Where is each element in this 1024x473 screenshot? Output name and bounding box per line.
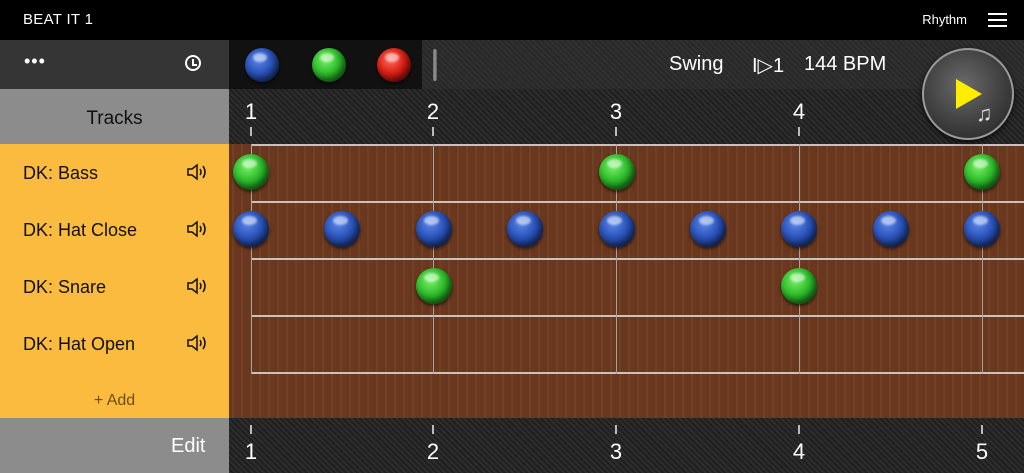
beat-ruler-top: 1 2 3 4 xyxy=(229,89,1024,144)
note-blue[interactable] xyxy=(598,211,635,247)
note-green[interactable] xyxy=(415,268,452,304)
beat-tick xyxy=(798,127,800,136)
grid-line xyxy=(251,144,1024,146)
grid-line xyxy=(251,201,1024,203)
track-row-hat-close[interactable]: DK: Hat Close xyxy=(0,201,229,258)
metronome-icon: ♫ xyxy=(976,101,993,126)
track-label: DK: Bass xyxy=(23,163,99,183)
beat-number: 5 xyxy=(975,439,989,464)
grid-line xyxy=(251,315,1024,317)
beat-line xyxy=(433,144,434,374)
track-label: DK: Snare xyxy=(23,277,107,297)
speaker-icon[interactable] xyxy=(186,277,208,295)
palette-red-gem[interactable] xyxy=(377,48,411,82)
track-row-bass[interactable]: DK: Bass xyxy=(0,144,229,201)
hamburger-menu-icon[interactable] xyxy=(988,13,1007,27)
beat-tick xyxy=(981,425,983,434)
beat-number: 1 xyxy=(244,99,258,124)
step-button[interactable]: I▷1 xyxy=(752,53,784,78)
note-green[interactable] xyxy=(598,154,635,190)
beat-tick xyxy=(615,127,617,136)
app-title: BEAT IT 1 xyxy=(23,11,94,28)
beat-tick xyxy=(615,425,617,434)
beat-tick xyxy=(798,425,800,434)
track-list: DK: Bass DK: Hat Close DK: Snare DK: Hat… xyxy=(0,144,229,418)
beat-line xyxy=(799,144,800,374)
note-green[interactable] xyxy=(964,154,1000,190)
note-green[interactable] xyxy=(233,154,269,190)
note-green[interactable] xyxy=(781,268,818,304)
grid-line xyxy=(251,258,1024,260)
speaker-icon[interactable] xyxy=(186,220,208,238)
tracks-title: Tracks xyxy=(86,108,143,129)
note-blue[interactable] xyxy=(964,211,1000,247)
track-label: DK: Hat Open xyxy=(23,334,136,354)
beat-number: 2 xyxy=(426,99,440,124)
palette-green-gem[interactable] xyxy=(312,48,346,82)
beat-tick xyxy=(432,425,434,434)
note-blue[interactable] xyxy=(507,211,544,247)
beat-tick xyxy=(432,127,434,136)
note-blue[interactable] xyxy=(872,211,909,247)
track-row-snare[interactable]: DK: Snare xyxy=(0,258,229,315)
pattern-grid[interactable] xyxy=(229,144,1024,418)
beat-ruler-bottom: 1 2 3 4 5 xyxy=(229,418,1024,473)
beat-number: 1 xyxy=(244,439,258,464)
note-blue[interactable] xyxy=(324,211,361,247)
add-track-button[interactable]: + Add xyxy=(0,392,229,410)
swing-button[interactable]: Swing xyxy=(669,53,723,76)
palette-blue-gem[interactable] xyxy=(245,48,279,82)
beat-tick xyxy=(250,127,252,136)
speaker-icon[interactable] xyxy=(186,163,208,181)
play-button[interactable]: ♫ xyxy=(922,48,1014,140)
beat-number: 3 xyxy=(609,439,623,464)
note-blue[interactable] xyxy=(415,211,452,247)
beat-tick xyxy=(250,425,252,434)
note-blue[interactable] xyxy=(233,211,269,247)
mode-label[interactable]: Rhythm xyxy=(922,12,967,27)
beat-number: 4 xyxy=(792,99,806,124)
history-clock-icon[interactable] xyxy=(185,55,201,71)
grid-line xyxy=(251,372,1024,374)
speaker-icon[interactable] xyxy=(186,334,208,352)
edit-button[interactable]: Edit xyxy=(171,435,205,458)
beat-number: 2 xyxy=(426,439,440,464)
palette-scroll-handle[interactable] xyxy=(433,49,437,81)
note-blue[interactable] xyxy=(781,211,818,247)
color-palette xyxy=(229,40,422,89)
title-bar xyxy=(0,0,1024,40)
bpm-button[interactable]: 144 BPM xyxy=(804,53,886,76)
beat-number: 4 xyxy=(792,439,806,464)
track-row-hat-open[interactable]: DK: Hat Open xyxy=(0,315,229,372)
beat-number: 3 xyxy=(609,99,623,124)
track-label: DK: Hat Close xyxy=(23,220,138,240)
more-options-icon[interactable]: ••• xyxy=(24,52,46,70)
note-blue[interactable] xyxy=(689,211,726,247)
